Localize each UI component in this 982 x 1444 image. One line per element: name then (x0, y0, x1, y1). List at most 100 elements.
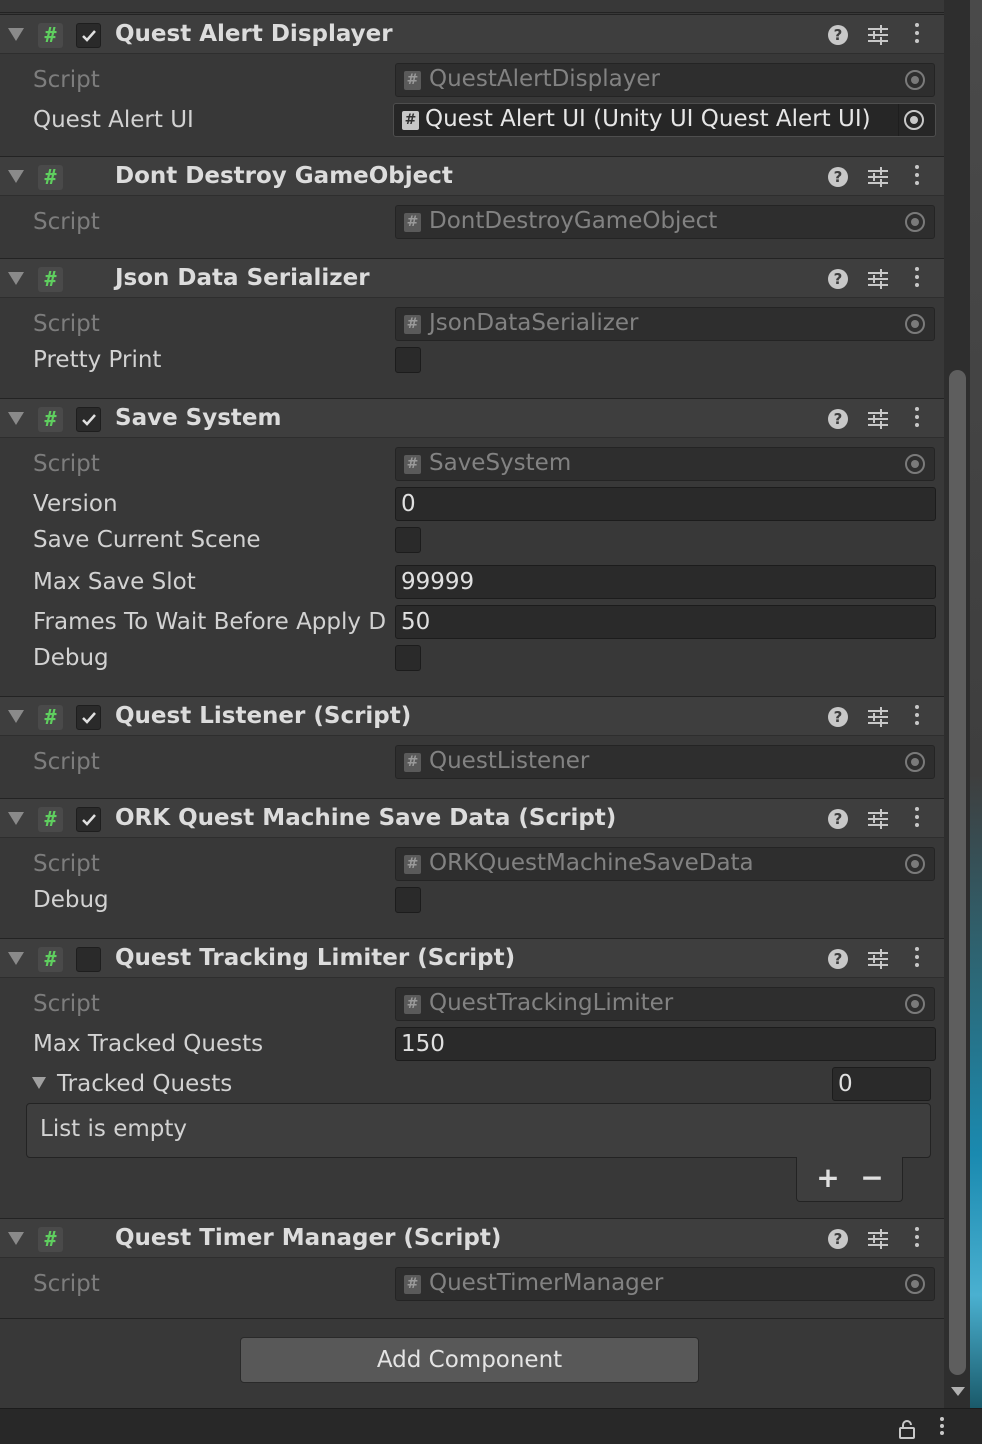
foldout-arrow-icon[interactable] (8, 28, 24, 41)
object-field-value: Quest Alert UI (Unity UI Quest Alert UI) (425, 106, 871, 132)
component-enable-checkbox[interactable] (76, 947, 101, 972)
property-label: Script (33, 749, 100, 775)
component-header-save-system[interactable]: # Save System ? (0, 398, 944, 438)
context-menu-icon[interactable] (912, 807, 922, 831)
max-tracked-quests-field[interactable]: 150 (395, 1027, 936, 1061)
presets-sliders-icon[interactable] (866, 948, 890, 970)
script-file-icon: # (404, 753, 421, 772)
foldout-arrow-icon[interactable] (8, 710, 24, 723)
help-icon[interactable]: ? (828, 167, 848, 187)
property-label: Script (33, 991, 100, 1017)
context-menu-icon[interactable] (912, 1227, 922, 1251)
component-header-quest-timer-manager[interactable]: # Quest Timer Manager (Script) ? (0, 1218, 944, 1258)
max-save-slot-field[interactable]: 99999 (395, 565, 936, 599)
help-icon[interactable]: ? (828, 409, 848, 429)
object-field-value: JsonDataSerializer (429, 310, 639, 336)
top-divider (0, 12, 944, 13)
frames-to-wait-field[interactable]: 50 (395, 605, 936, 639)
inspector-panel: # Quest Alert Displayer ? Script # Quest… (0, 0, 944, 1408)
property-label: Save Current Scene (33, 527, 261, 553)
help-icon[interactable]: ? (828, 25, 848, 45)
property-label: Script (33, 851, 100, 877)
presets-sliders-icon[interactable] (866, 24, 890, 46)
component-header-quest-alert-displayer[interactable]: # Quest Alert Displayer ? (0, 14, 944, 54)
ork-debug-toggle[interactable] (395, 887, 421, 913)
foldout-arrow-icon[interactable] (8, 812, 24, 825)
help-icon[interactable]: ? (828, 707, 848, 727)
component-title: Dont Destroy GameObject (115, 163, 453, 189)
component-header-ork-quest-machine-save-data[interactable]: # ORK Quest Machine Save Data (Script) ? (0, 798, 944, 838)
context-menu-icon[interactable] (912, 23, 922, 47)
lock-icon[interactable] (898, 1419, 916, 1439)
context-menu-icon[interactable] (912, 165, 922, 189)
script-hash-icon: # (38, 407, 63, 432)
script-object-field: # QuestListener (395, 745, 935, 779)
property-label: Script (33, 67, 100, 93)
presets-sliders-icon[interactable] (866, 1228, 890, 1250)
component-enable-checkbox[interactable] (76, 705, 101, 730)
component-enable-checkbox[interactable] (76, 23, 101, 48)
presets-sliders-icon[interactable] (866, 268, 890, 290)
quest-alert-ui-object-field[interactable]: # Quest Alert UI (Unity UI Quest Alert U… (393, 103, 936, 137)
scrollbar-thumb[interactable] (949, 370, 966, 1375)
add-element-button[interactable]: + (813, 1163, 843, 1193)
presets-sliders-icon[interactable] (866, 166, 890, 188)
presets-sliders-icon[interactable] (866, 408, 890, 430)
status-menu-icon[interactable] (938, 1417, 946, 1438)
property-label: Max Tracked Quests (33, 1031, 264, 1057)
foldout-arrow-icon[interactable] (8, 272, 24, 285)
presets-sliders-icon[interactable] (866, 706, 890, 728)
component-enable-checkbox[interactable] (76, 807, 101, 832)
remove-element-button[interactable]: − (857, 1163, 887, 1193)
tracked-quests-list: List is empty (26, 1103, 931, 1158)
component-header-quest-listener[interactable]: # Quest Listener (Script) ? (0, 696, 944, 736)
object-picker-icon[interactable] (904, 110, 924, 130)
save-current-scene-toggle[interactable] (395, 527, 421, 553)
property-label: Debug (33, 887, 109, 913)
help-icon[interactable]: ? (828, 949, 848, 969)
object-picker-icon (905, 212, 925, 232)
help-icon[interactable]: ? (828, 269, 848, 289)
script-hash-icon: # (38, 1227, 63, 1252)
script-hash-icon: # (38, 165, 63, 190)
foldout-arrow-icon[interactable] (8, 1232, 24, 1245)
script-object-field: # QuestTimerManager (395, 1267, 935, 1301)
property-label: Script (33, 311, 100, 337)
tracked-quests-foldout[interactable]: Tracked Quests (0, 1068, 944, 1102)
foldout-arrow-icon[interactable] (8, 952, 24, 965)
object-picker-icon (905, 1274, 925, 1294)
component-header-dont-destroy-gameobject[interactable]: # Dont Destroy GameObject ? (0, 156, 944, 196)
foldout-arrow-icon[interactable] (8, 412, 24, 425)
script-hash-icon: # (38, 267, 63, 292)
help-icon[interactable]: ? (828, 1229, 848, 1249)
add-component-button[interactable]: Add Component (240, 1337, 699, 1383)
component-header-quest-tracking-limiter[interactable]: # Quest Tracking Limiter (Script) ? (0, 938, 944, 978)
foldout-arrow-icon[interactable] (8, 170, 24, 183)
foldout-arrow-icon[interactable] (32, 1077, 46, 1089)
presets-sliders-icon[interactable] (866, 808, 890, 830)
script-object-field: # DontDestroyGameObject (395, 205, 935, 239)
component-header-json-data-serializer[interactable]: # Json Data Serializer ? (0, 258, 944, 298)
component-enable-checkbox[interactable] (76, 407, 101, 432)
list-footer: + − (796, 1157, 903, 1202)
property-label: Script (33, 209, 100, 235)
pretty-print-toggle[interactable] (395, 347, 421, 373)
help-icon[interactable]: ? (828, 809, 848, 829)
script-file-icon: # (404, 995, 421, 1014)
object-field-value: QuestTrackingLimiter (429, 990, 674, 1016)
version-field[interactable]: 0 (395, 487, 936, 521)
save-system-debug-toggle[interactable] (395, 645, 421, 671)
scroll-down-arrow-icon[interactable] (951, 1387, 965, 1396)
context-menu-icon[interactable] (912, 267, 922, 291)
list-size-field[interactable]: 0 (832, 1067, 931, 1101)
property-label: Version (33, 491, 118, 517)
object-field-value: QuestTimerManager (429, 1270, 664, 1296)
script-hash-icon: # (38, 23, 63, 48)
property-label: Script (33, 1271, 100, 1297)
picker-divider (898, 104, 899, 136)
context-menu-icon[interactable] (912, 947, 922, 971)
checkmark-icon (82, 814, 96, 826)
context-menu-icon[interactable] (912, 407, 922, 431)
context-menu-icon[interactable] (912, 705, 922, 729)
script-object-field: # SaveSystem (395, 447, 935, 481)
